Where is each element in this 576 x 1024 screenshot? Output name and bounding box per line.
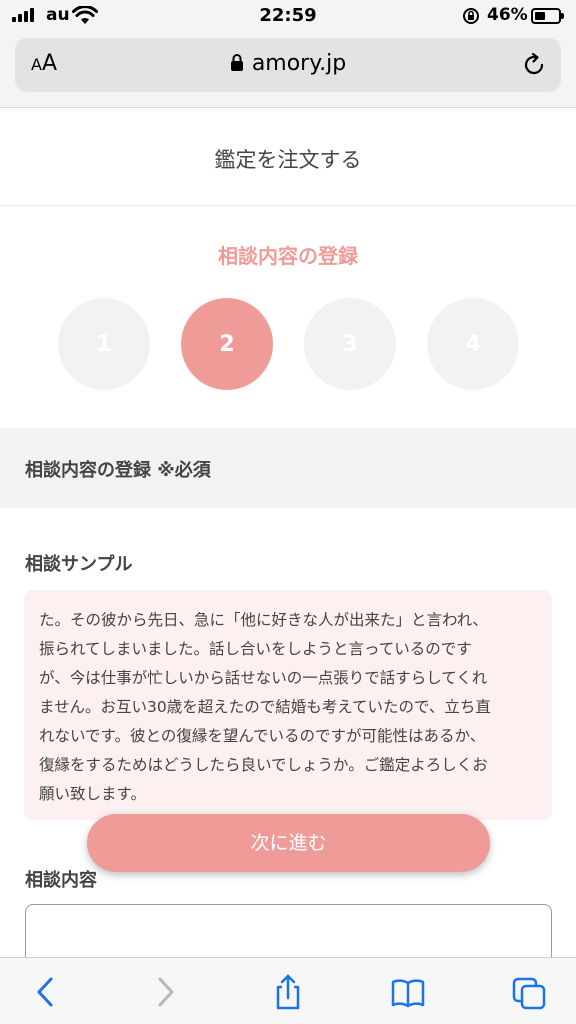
- sample-line: た。その彼から先日、急に「他に好きな人が出来た」と言われ、: [39, 611, 488, 629]
- sample-text: た。その彼から先日、急に「他に好きな人が出来た」と言われ、 振られてしまいました…: [39, 606, 536, 809]
- browser-address-bar: AA amory.jp: [0, 32, 576, 108]
- status-bar: au 22:59 46%: [0, 0, 576, 32]
- url-field[interactable]: AA amory.jp: [15, 38, 561, 92]
- page-title: 鑑定を注文する: [214, 148, 362, 172]
- back-icon[interactable]: [29, 974, 63, 1010]
- url-display[interactable]: amory.jp: [15, 51, 561, 76]
- sample-line: れないです。彼との復縁を望んでいるのですが可能性はあるか、: [39, 727, 486, 745]
- section-header: 相談内容の登録 ※必須: [0, 428, 576, 508]
- url-text: amory.jp: [251, 51, 347, 76]
- consultation-content-label: 相談内容: [25, 870, 97, 891]
- section-title: 相談内容の登録 ※必須: [25, 460, 211, 481]
- step-3: 3: [304, 298, 396, 390]
- tabs-icon[interactable]: [512, 974, 546, 1010]
- page-header: 鑑定を注文する: [0, 108, 576, 206]
- share-icon[interactable]: [271, 974, 305, 1010]
- sample-line: ません。お互い30歳を超えたので結婚も考えていたので、立ち直: [39, 698, 491, 716]
- battery-level: [535, 12, 545, 20]
- sample-label: 相談サンプル: [25, 554, 133, 575]
- step-1: 1: [58, 298, 150, 390]
- lock-icon: [230, 54, 243, 71]
- sample-text-box: た。その彼から先日、急に「他に好きな人が出来た」と言われ、 振られてしまいました…: [24, 590, 552, 820]
- step-indicator: 1 2 3 4: [58, 298, 519, 390]
- sample-line: 振られてしまいました。話し合いをしようと言っているのです: [39, 640, 472, 658]
- sample-line: が、今は仕事が忙しいから話せないの一点張りで話すらしてくれ: [39, 669, 488, 687]
- rotation-lock-icon: [463, 8, 479, 24]
- battery-icon: [531, 8, 564, 24]
- forward-icon[interactable]: [148, 974, 182, 1010]
- bookmarks-icon[interactable]: [391, 974, 425, 1010]
- sample-line: 願い致します。: [39, 785, 146, 803]
- step-title: 相談内容の登録: [218, 244, 358, 268]
- battery-percentage: 46%: [487, 5, 528, 25]
- step-4: 4: [427, 298, 519, 390]
- browser-toolbar: [0, 957, 576, 1024]
- sample-line: 復縁をするためはどうしたら良いでしょうか。ご鑑定よろしくお: [39, 756, 488, 774]
- step-2-current: 2: [181, 298, 273, 390]
- reload-icon[interactable]: [521, 52, 547, 78]
- next-button[interactable]: 次に進む: [87, 814, 490, 872]
